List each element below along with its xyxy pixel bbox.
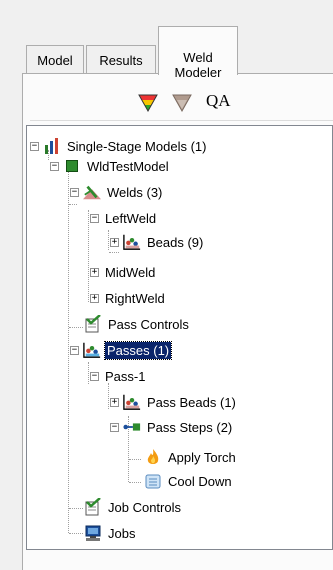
tree-label-model: WldTestModel xyxy=(87,158,169,174)
tree-node-cool-down[interactable]: Cool Down xyxy=(144,471,234,491)
tree-label-leftweld: LeftWeld xyxy=(105,210,157,226)
expand-icon[interactable]: + xyxy=(90,267,99,277)
tree-node-pass-steps[interactable]: − Pass Steps (2) xyxy=(110,417,234,437)
tree-label-welds: Welds (3) xyxy=(107,184,163,200)
tree-label-job-controls: Job Controls xyxy=(108,499,181,515)
collapse-icon[interactable]: − xyxy=(90,213,99,223)
checklist-icon xyxy=(84,498,102,516)
collapse-icon[interactable]: − xyxy=(50,161,59,171)
computer-icon xyxy=(84,524,102,542)
tree-label-pass1: Pass-1 xyxy=(105,368,146,384)
collapse-icon[interactable]: − xyxy=(70,345,79,355)
pass-beads-icon xyxy=(123,393,141,411)
tab-results[interactable]: Results xyxy=(86,45,156,74)
top-strip xyxy=(0,0,333,25)
tree-node-welds[interactable]: − Welds (3) xyxy=(70,182,164,202)
checklist-icon xyxy=(84,315,102,333)
collapse-icon[interactable]: − xyxy=(90,371,99,381)
toolbar-separator xyxy=(30,120,333,121)
tree-label-passes: Passes (1) xyxy=(103,340,173,360)
cooldown-icon xyxy=(144,472,162,490)
tree-label-pass-controls: Pass Controls xyxy=(108,316,189,332)
tree-node-leftweld[interactable]: − LeftWeld xyxy=(90,208,158,228)
tree-label-pass-beads: Pass Beads (1) xyxy=(147,394,236,410)
tree-label-pass-steps: Pass Steps (2) xyxy=(147,419,233,435)
flame-icon xyxy=(144,448,162,466)
collapse-icon[interactable]: − xyxy=(30,141,39,151)
tree-node-job-controls[interactable]: Job Controls xyxy=(84,497,183,517)
tab-model[interactable]: Model xyxy=(26,45,84,74)
filter-color-icon xyxy=(138,94,158,112)
filter-gray-icon xyxy=(172,94,192,112)
tree-node-pass1[interactable]: − Pass-1 xyxy=(90,366,147,386)
tree-node-rightweld[interactable]: + RightWeld xyxy=(90,288,167,308)
tree-node-apply-torch[interactable]: Apply Torch xyxy=(144,447,238,467)
filter-color-button[interactable] xyxy=(137,93,159,113)
tree-label-root: Single-Stage Models (1) xyxy=(67,138,207,154)
models-icon xyxy=(43,137,61,155)
beads-icon xyxy=(123,233,141,251)
expand-icon[interactable]: + xyxy=(90,293,99,303)
qa-button[interactable]: QA xyxy=(206,91,231,111)
model-square-icon xyxy=(63,157,81,175)
tree-label-midweld: MidWeld xyxy=(105,264,156,280)
pass-steps-icon xyxy=(123,418,141,436)
tree-node-model[interactable]: − WldTestModel xyxy=(50,156,171,176)
tree-node-jobs[interactable]: Jobs xyxy=(84,523,137,543)
tab-model-label: Model xyxy=(37,53,73,68)
tree-node-pass-beads[interactable]: + Pass Beads (1) xyxy=(110,392,238,412)
tree-label-beads: Beads (9) xyxy=(147,234,204,250)
collapse-icon[interactable]: − xyxy=(110,422,119,432)
tab-weld-modeler-label: Weld Modeler xyxy=(174,50,222,80)
tree-node-midweld[interactable]: + MidWeld xyxy=(90,262,157,282)
expand-icon[interactable]: + xyxy=(110,397,119,407)
tree-label-cool-down: Cool Down xyxy=(168,473,232,489)
expand-icon[interactable]: + xyxy=(110,237,119,247)
left-edge xyxy=(0,25,22,570)
tree-node-pass-controls[interactable]: Pass Controls xyxy=(84,314,191,334)
tree-node-passes[interactable]: − Passes (1) xyxy=(70,340,173,360)
tree-label-jobs: Jobs xyxy=(108,525,136,541)
tree-node-root[interactable]: − Single-Stage Models (1) xyxy=(30,136,208,156)
passes-icon xyxy=(83,341,101,359)
tree-node-beads[interactable]: + Beads (9) xyxy=(110,232,205,252)
tree-label-apply-torch: Apply Torch xyxy=(168,449,236,465)
collapse-icon[interactable]: − xyxy=(70,187,79,197)
welds-icon xyxy=(83,183,101,201)
tab-weld-modeler[interactable]: Weld Modeler xyxy=(158,26,238,80)
filter-gray-button[interactable] xyxy=(171,93,193,113)
tab-results-label: Results xyxy=(99,53,143,68)
tree-label-rightweld: RightWeld xyxy=(105,290,165,306)
